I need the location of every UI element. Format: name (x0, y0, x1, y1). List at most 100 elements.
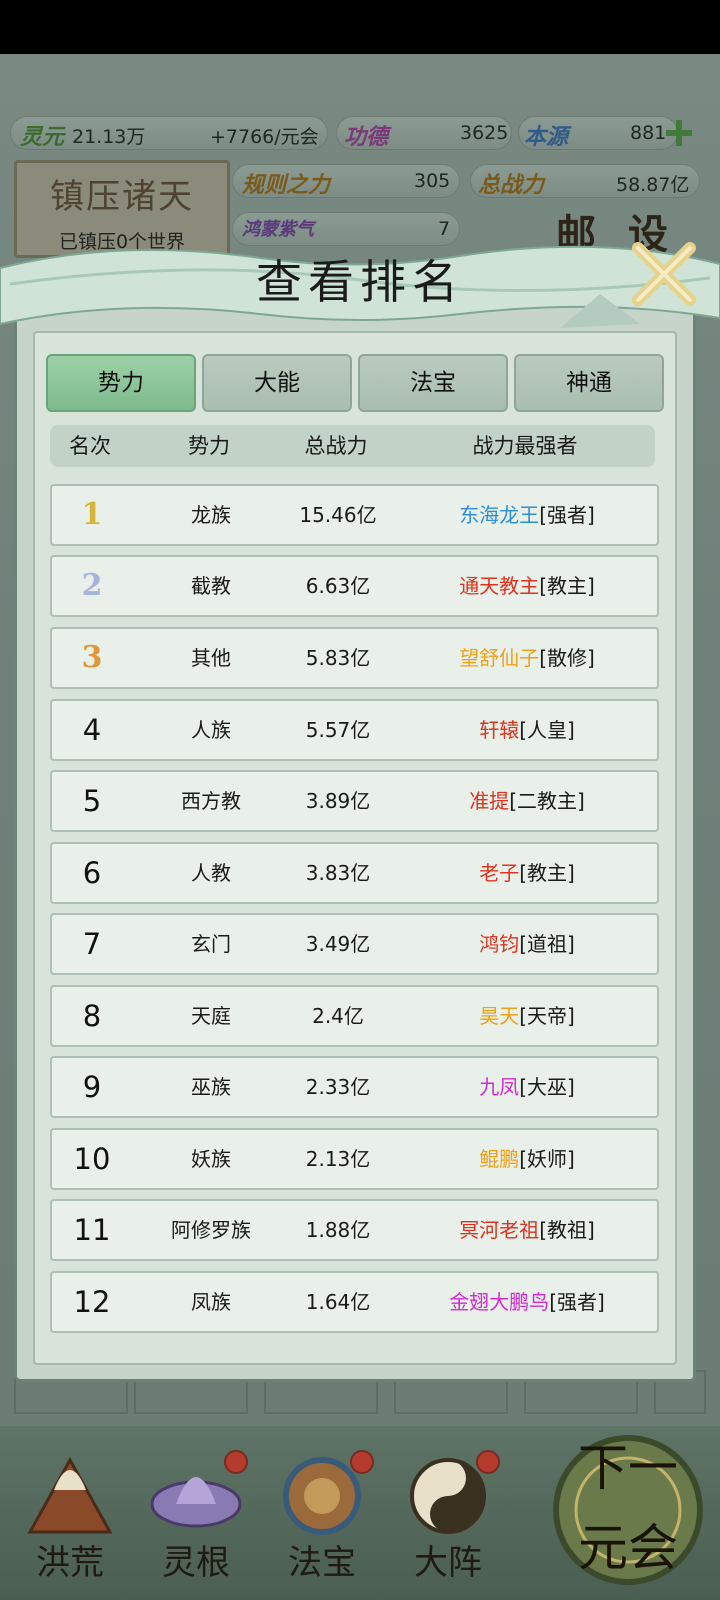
strongest-name: 通天教主 (459, 574, 540, 598)
table-row[interactable]: 5 西方教 3.89亿 准提[二教主] (50, 770, 659, 832)
total-power: 15.46亿 (299, 503, 377, 527)
total-power: 5.57亿 (305, 718, 371, 742)
strongest-title: [强者] (549, 1290, 605, 1314)
rank-number: 9 (82, 1070, 102, 1104)
status-bar (0, 0, 720, 54)
dialog-title: 查看排名 (256, 255, 464, 309)
nav-label: 法宝 (288, 1543, 356, 1583)
strongest-title: [天帝] (519, 1004, 575, 1028)
total-power: 2.33亿 (305, 1075, 371, 1099)
strongest-member: 金翅大鹏鸟[强者] (397, 1273, 657, 1331)
total-power: 3.49亿 (305, 932, 371, 956)
dialog-banner: 查看排名 (0, 228, 720, 334)
nav-honghuang[interactable]: 洪荒 (10, 1440, 130, 1590)
next-era-line2: 元会 (578, 1519, 678, 1577)
benyuan-value: 881 (630, 122, 667, 144)
rank-number: 6 (82, 856, 102, 890)
strongest-title: [教祖] (539, 1218, 595, 1242)
strongest-member: 九凤[大巫] (397, 1058, 657, 1116)
faction-name: 玄门 (191, 932, 231, 956)
strongest-member: 冥河老祖[教祖] (397, 1201, 657, 1259)
strongest-title: [大巫] (519, 1075, 575, 1099)
tab-faction[interactable]: 势力 (46, 354, 196, 412)
total-power: 2.4亿 (312, 1004, 364, 1028)
strongest-name: 鲲鹏 (479, 1147, 520, 1171)
gongde-label: 功德 (344, 124, 389, 150)
total-power: 2.13亿 (305, 1147, 371, 1171)
strongest-title: [道祖] (519, 932, 575, 956)
strongest-name: 昊天 (479, 1004, 520, 1028)
faction-name: 人族 (191, 718, 231, 742)
close-icon[interactable] (630, 240, 698, 308)
nav-fabao[interactable]: 法宝 (262, 1440, 382, 1590)
rank-number: 12 (73, 1285, 111, 1319)
table-row[interactable]: 1 龙族 15.46亿 东海龙王[强者] (50, 484, 659, 546)
strongest-member: 轩辕[人皇] (397, 701, 657, 759)
total-power: 3.89亿 (305, 789, 371, 813)
strongest-name: 金翅大鹏鸟 (449, 1290, 550, 1314)
total-power: 1.88亿 (305, 1218, 371, 1242)
tab-powerhouse[interactable]: 大能 (202, 354, 352, 412)
strongest-name: 鸿钧 (479, 932, 520, 956)
rank-number: 8 (82, 999, 102, 1033)
strongest-member: 通天教主[教主] (397, 557, 657, 615)
tab-treasure[interactable]: 法宝 (358, 354, 508, 412)
strongest-name: 东海龙王 (459, 503, 540, 527)
notification-badge (224, 1450, 248, 1474)
table-row[interactable]: 4 人族 5.57亿 轩辕[人皇] (50, 699, 659, 761)
lingyuan-label: 灵元 (20, 124, 65, 150)
rank-number: 1 (81, 497, 103, 532)
header-rank: 名次 (69, 434, 111, 458)
table-row[interactable]: 6 人教 3.83亿 老子[教主] (50, 842, 659, 904)
rank-number: 11 (73, 1213, 111, 1247)
strongest-title: [二教主] (509, 789, 585, 813)
table-row[interactable]: 3 其他 5.83亿 望舒仙子[散修] (50, 627, 659, 689)
strongest-title: [教主] (539, 574, 595, 598)
strongest-title: [教主] (519, 861, 575, 885)
strongest-member: 鲲鹏[妖师] (397, 1130, 657, 1188)
add-benyuan-icon[interactable] (664, 118, 694, 148)
strongest-title: [人皇] (519, 718, 575, 742)
strongest-name: 轩辕 (479, 718, 520, 742)
ranking-table-header: 名次 势力 总战力 战力最强者 (50, 425, 655, 467)
strongest-title: [散修] (539, 646, 595, 670)
faction-name: 人教 (191, 861, 231, 885)
faction-name: 其他 (191, 646, 231, 670)
table-row[interactable]: 2 截教 6.63亿 通天教主[教主] (50, 555, 659, 617)
faction-name: 凤族 (191, 1290, 231, 1314)
notification-badge (350, 1450, 374, 1474)
table-row[interactable]: 9 巫族 2.33亿 九凤[大巫] (50, 1056, 659, 1118)
table-row[interactable]: 12 凤族 1.64亿 金翅大鹏鸟[强者] (50, 1271, 659, 1333)
total-power: 1.64亿 (305, 1290, 371, 1314)
nav-label: 洪荒 (36, 1543, 104, 1583)
next-era-button[interactable]: 下一 元会 (548, 1424, 708, 1594)
strongest-title: [妖师] (519, 1147, 575, 1171)
lingyuan-value: 21.13万 (72, 126, 146, 148)
nav-linggen[interactable]: 灵根 (136, 1440, 256, 1590)
benyuan-label: 本源 (524, 124, 569, 150)
strongest-name: 准提 (469, 789, 510, 813)
nav-dazhen[interactable]: 大阵 (388, 1440, 508, 1590)
total-power: 3.83亿 (305, 861, 371, 885)
strongest-member: 东海龙王[强者] (397, 486, 657, 544)
table-row[interactable]: 8 天庭 2.4亿 昊天[天帝] (50, 985, 659, 1047)
table-row[interactable]: 11 阿修罗族 1.88亿 冥河老祖[教祖] (50, 1199, 659, 1261)
mountain-icon (27, 1456, 113, 1534)
benyuan-pill: 本源 881 (518, 116, 678, 150)
faction-name: 截教 (191, 574, 231, 598)
rank-number: 10 (73, 1142, 111, 1176)
total-power: 6.63亿 (305, 574, 371, 598)
faction-name: 西方教 (181, 789, 241, 813)
tab-divine-skill[interactable]: 神通 (514, 354, 664, 412)
rank-number: 5 (82, 784, 102, 818)
strongest-member: 老子[教主] (397, 844, 657, 902)
header-strongest: 战力最强者 (472, 434, 578, 458)
rank-number: 7 (82, 927, 102, 961)
rank-number: 3 (81, 640, 103, 675)
table-row[interactable]: 7 玄门 3.49亿 鸿钧[道祖] (50, 913, 659, 975)
header-power: 总战力 (304, 434, 368, 458)
table-row[interactable]: 10 妖族 2.13亿 鲲鹏[妖师] (50, 1128, 659, 1190)
faction-name: 天庭 (191, 1004, 231, 1028)
gongde-pill: 功德 3625 (336, 116, 512, 150)
next-era-line1: 下一 (578, 1439, 678, 1497)
